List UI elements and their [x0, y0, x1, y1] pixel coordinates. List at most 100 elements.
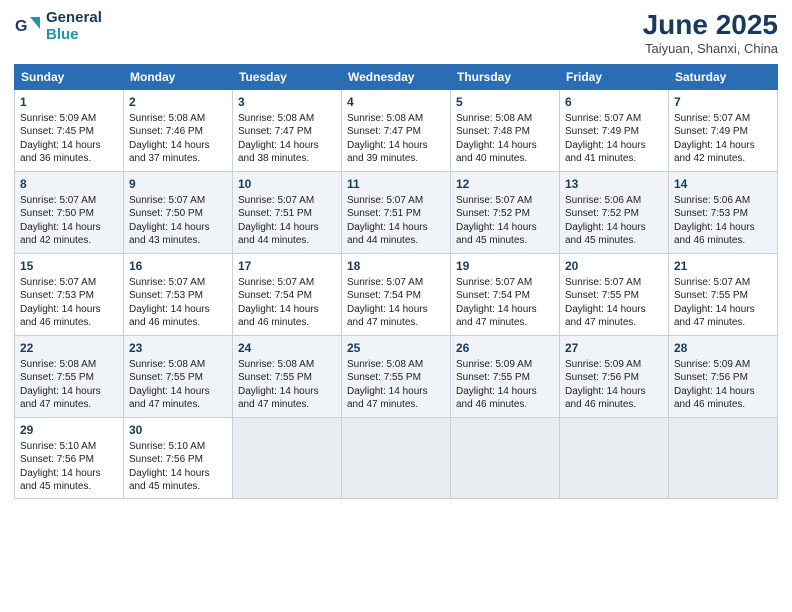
day-number: 3 [238, 94, 336, 110]
logo-text: General Blue [46, 10, 102, 43]
logo: G General Blue [14, 10, 102, 43]
cell-line: Sunset: 7:51 PM [238, 207, 336, 221]
cell-line: Sunset: 7:51 PM [347, 207, 445, 221]
cell-line: Daylight: 14 hours [347, 139, 445, 153]
cell-line: Sunrise: 5:06 AM [565, 194, 663, 208]
day-number: 11 [347, 176, 445, 192]
calendar-cell: 11Sunrise: 5:07 AMSunset: 7:51 PMDayligh… [342, 171, 451, 253]
cell-line: Sunset: 7:49 PM [674, 125, 772, 139]
cell-line: Sunset: 7:53 PM [129, 289, 227, 303]
cell-line: Sunrise: 5:07 AM [565, 112, 663, 126]
cell-line: and 46 minutes. [565, 398, 663, 412]
cell-line: and 47 minutes. [456, 316, 554, 330]
day-number: 15 [20, 258, 118, 274]
cell-line: Daylight: 14 hours [456, 221, 554, 235]
cell-line: Sunset: 7:50 PM [129, 207, 227, 221]
day-number: 9 [129, 176, 227, 192]
day-number: 14 [674, 176, 772, 192]
cell-line: Sunrise: 5:09 AM [674, 358, 772, 372]
cell-line: Sunset: 7:47 PM [238, 125, 336, 139]
calendar-cell [342, 417, 451, 498]
cell-line: and 42 minutes. [20, 234, 118, 248]
cell-line: Sunrise: 5:08 AM [347, 112, 445, 126]
cell-line: Sunset: 7:55 PM [238, 371, 336, 385]
calendar-cell: 15Sunrise: 5:07 AMSunset: 7:53 PMDayligh… [15, 253, 124, 335]
cell-line: Sunrise: 5:08 AM [129, 112, 227, 126]
cell-line: Sunrise: 5:07 AM [674, 276, 772, 290]
cell-line: Sunset: 7:56 PM [20, 453, 118, 467]
cell-line: Sunset: 7:52 PM [456, 207, 554, 221]
cell-line: Daylight: 14 hours [238, 221, 336, 235]
cell-line: Sunrise: 5:09 AM [20, 112, 118, 126]
day-number: 26 [456, 340, 554, 356]
cell-line: Sunrise: 5:07 AM [456, 194, 554, 208]
weekday-wednesday: Wednesday [342, 64, 451, 89]
cell-line: Daylight: 14 hours [20, 221, 118, 235]
cell-line: Sunrise: 5:08 AM [456, 112, 554, 126]
cell-line: Daylight: 14 hours [347, 303, 445, 317]
cell-line: Sunrise: 5:06 AM [674, 194, 772, 208]
page: G General Blue June 2025 Taiyuan, Shanxi… [0, 0, 792, 612]
calendar-cell: 1Sunrise: 5:09 AMSunset: 7:45 PMDaylight… [15, 89, 124, 171]
cell-line: Sunrise: 5:10 AM [20, 440, 118, 454]
cell-line: and 46 minutes. [456, 398, 554, 412]
calendar-cell: 10Sunrise: 5:07 AMSunset: 7:51 PMDayligh… [233, 171, 342, 253]
weekday-sunday: Sunday [15, 64, 124, 89]
day-number: 13 [565, 176, 663, 192]
cell-line: Sunset: 7:46 PM [129, 125, 227, 139]
cell-line: and 46 minutes. [674, 398, 772, 412]
cell-line: Daylight: 14 hours [674, 303, 772, 317]
day-number: 4 [347, 94, 445, 110]
cell-line: Sunset: 7:52 PM [565, 207, 663, 221]
cell-line: Daylight: 14 hours [674, 139, 772, 153]
calendar-cell: 20Sunrise: 5:07 AMSunset: 7:55 PMDayligh… [560, 253, 669, 335]
cell-line: and 45 minutes. [456, 234, 554, 248]
calendar-cell: 28Sunrise: 5:09 AMSunset: 7:56 PMDayligh… [669, 335, 778, 417]
calendar-cell: 26Sunrise: 5:09 AMSunset: 7:55 PMDayligh… [451, 335, 560, 417]
cell-line: Daylight: 14 hours [20, 467, 118, 481]
calendar-cell: 17Sunrise: 5:07 AMSunset: 7:54 PMDayligh… [233, 253, 342, 335]
calendar-cell: 4Sunrise: 5:08 AMSunset: 7:47 PMDaylight… [342, 89, 451, 171]
cell-line: and 44 minutes. [238, 234, 336, 248]
calendar-cell: 9Sunrise: 5:07 AMSunset: 7:50 PMDaylight… [124, 171, 233, 253]
cell-line: and 40 minutes. [456, 152, 554, 166]
svg-text:G: G [15, 18, 27, 35]
cell-line: Sunrise: 5:07 AM [674, 112, 772, 126]
cell-line: Sunset: 7:55 PM [347, 371, 445, 385]
calendar-cell: 24Sunrise: 5:08 AMSunset: 7:55 PMDayligh… [233, 335, 342, 417]
cell-line: Daylight: 14 hours [129, 303, 227, 317]
cell-line: Sunrise: 5:07 AM [456, 276, 554, 290]
cell-line: Sunrise: 5:09 AM [565, 358, 663, 372]
cell-line: and 41 minutes. [565, 152, 663, 166]
cell-line: and 46 minutes. [129, 316, 227, 330]
cell-line: and 45 minutes. [565, 234, 663, 248]
cell-line: and 39 minutes. [347, 152, 445, 166]
cell-line: and 47 minutes. [238, 398, 336, 412]
cell-line: Sunrise: 5:07 AM [20, 276, 118, 290]
weekday-monday: Monday [124, 64, 233, 89]
calendar-cell: 18Sunrise: 5:07 AMSunset: 7:54 PMDayligh… [342, 253, 451, 335]
calendar-cell: 30Sunrise: 5:10 AMSunset: 7:56 PMDayligh… [124, 417, 233, 498]
cell-line: Sunrise: 5:07 AM [20, 194, 118, 208]
day-number: 23 [129, 340, 227, 356]
calendar-cell [669, 417, 778, 498]
day-number: 19 [456, 258, 554, 274]
cell-line: and 37 minutes. [129, 152, 227, 166]
subtitle: Taiyuan, Shanxi, China [643, 41, 778, 56]
calendar-cell: 27Sunrise: 5:09 AMSunset: 7:56 PMDayligh… [560, 335, 669, 417]
cell-line: Daylight: 14 hours [347, 221, 445, 235]
cell-line: Sunset: 7:55 PM [565, 289, 663, 303]
cell-line: Daylight: 14 hours [456, 385, 554, 399]
cell-line: Daylight: 14 hours [129, 385, 227, 399]
week-row-3: 15Sunrise: 5:07 AMSunset: 7:53 PMDayligh… [15, 253, 778, 335]
cell-line: Sunset: 7:53 PM [674, 207, 772, 221]
calendar-cell: 29Sunrise: 5:10 AMSunset: 7:56 PMDayligh… [15, 417, 124, 498]
week-row-2: 8Sunrise: 5:07 AMSunset: 7:50 PMDaylight… [15, 171, 778, 253]
cell-line: and 47 minutes. [129, 398, 227, 412]
day-number: 27 [565, 340, 663, 356]
calendar-cell [451, 417, 560, 498]
calendar-cell: 6Sunrise: 5:07 AMSunset: 7:49 PMDaylight… [560, 89, 669, 171]
cell-line: and 45 minutes. [129, 480, 227, 494]
cell-line: Daylight: 14 hours [129, 467, 227, 481]
day-number: 6 [565, 94, 663, 110]
